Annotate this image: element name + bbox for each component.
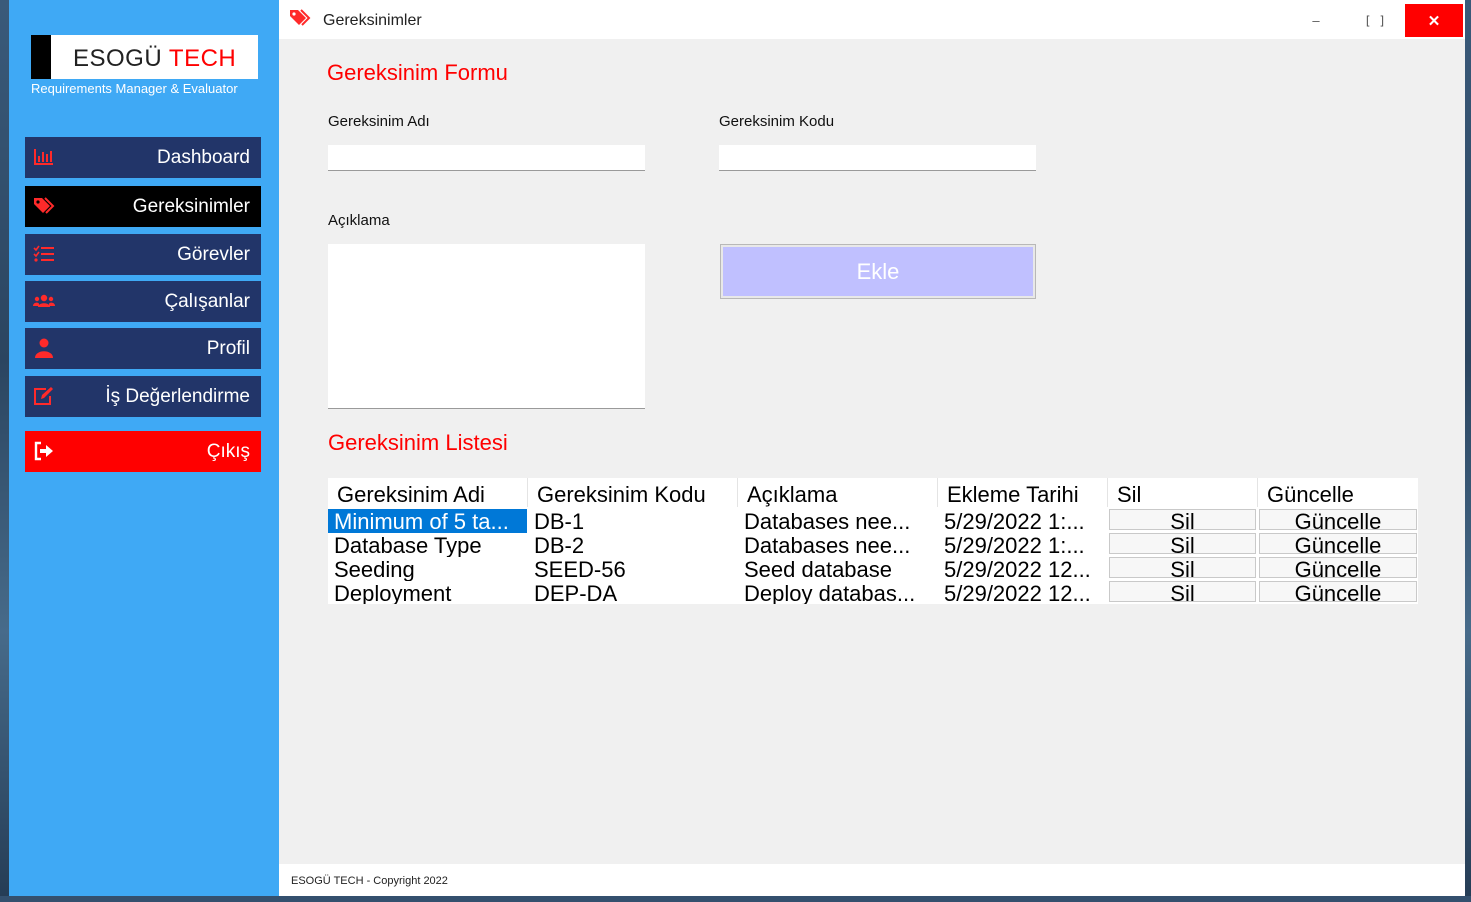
list-title: Gereksinim Listesi — [328, 430, 508, 455]
column-header-description[interactable]: Açıklama — [738, 478, 937, 507]
sidebar-item-dashboard[interactable]: Dashboard — [25, 137, 261, 178]
code-input[interactable] — [719, 145, 1036, 171]
add-button[interactable]: Ekle — [720, 244, 1036, 299]
cell-date[interactable]: 5/29/2022 12... — [938, 557, 1107, 581]
sidebar-item-profil[interactable]: Profil — [25, 328, 261, 369]
close-button[interactable]: ✕ — [1405, 4, 1463, 37]
form-title: Gereksinim Formu — [327, 60, 508, 85]
sidebar-item-label: Gereksinimler — [132, 195, 250, 217]
sidebar-item-is-degerlendirme[interactable]: İş Değerlendirme — [25, 376, 261, 417]
delete-button[interactable]: Sil — [1109, 557, 1256, 581]
delete-button[interactable]: Sil — [1109, 509, 1256, 533]
exit-label: Çıkış — [206, 440, 250, 462]
sidebar-item-label: Profil — [206, 337, 250, 359]
cell-description[interactable]: Databases nee... — [738, 533, 937, 557]
column-header-code[interactable]: Gereksinim Kodu — [528, 478, 737, 507]
window-title: Gereksinimler — [323, 12, 422, 29]
sidebar-item-label: Dashboard — [157, 146, 250, 168]
logo-mark — [31, 35, 51, 79]
cell-description[interactable]: Seed database — [738, 557, 937, 581]
cell-code[interactable]: DEP-DA — [528, 581, 737, 604]
name-input[interactable] — [328, 145, 645, 171]
cell-code[interactable]: DB-2 — [528, 533, 737, 557]
update-button[interactable]: Güncelle — [1259, 557, 1417, 581]
code-label: Gereksinim Kodu — [719, 113, 835, 130]
logo-text: ESOGÜ TECH — [73, 45, 236, 73]
description-input[interactable] — [328, 244, 645, 409]
cell-name[interactable]: Minimum of 5 ta... — [328, 509, 527, 533]
cell-date[interactable]: 5/29/2022 12... — [938, 581, 1107, 604]
delete-button[interactable]: Sil — [1109, 581, 1256, 605]
cell-name[interactable]: Deployment — [328, 581, 527, 604]
chart-icon — [34, 149, 53, 165]
minimize-button[interactable]: – — [1287, 4, 1345, 37]
title-bar[interactable]: Gereksinimler – [ ] ✕ — [279, 0, 1465, 39]
sidebar-item-label: İş Değerlendirme — [105, 385, 250, 407]
tags-icon — [290, 9, 311, 26]
users-icon — [33, 294, 55, 307]
column-header-name[interactable]: Gereksinim Adi — [328, 478, 527, 507]
sign-out-icon — [34, 441, 53, 461]
exit-button[interactable]: Çıkış — [25, 431, 261, 472]
edit-icon — [34, 387, 53, 405]
logo-subtitle: Requirements Manager & Evaluator — [31, 81, 238, 96]
user-icon — [35, 338, 53, 358]
column-header-date[interactable]: Ekleme Tarihi — [938, 478, 1107, 507]
requirements-table[interactable]: Gereksinim Adi Gereksinim Kodu Açıklama … — [328, 478, 1418, 605]
logo-accent-text: TECH — [168, 45, 237, 72]
sidebar-item-gorevler[interactable]: Görevler — [25, 234, 261, 275]
main-window: Gereksinimler – [ ] ✕ Gereksinim Formu G… — [279, 0, 1465, 896]
tags-icon — [34, 197, 55, 214]
cell-date[interactable]: 5/29/2022 1:... — [938, 533, 1107, 557]
task-list-icon — [33, 245, 54, 262]
sidebar-item-calisanlar[interactable]: Çalışanlar — [25, 281, 261, 322]
footer: ESOGÜ TECH - Copyright 2022 — [279, 864, 1465, 896]
description-label: Açıklama — [328, 212, 390, 229]
maximize-button[interactable]: [ ] — [1346, 4, 1404, 37]
sidebar-item-label: Görevler — [177, 243, 250, 265]
cell-code[interactable]: DB-1 — [528, 509, 737, 533]
update-button[interactable]: Güncelle — [1259, 509, 1417, 533]
cell-code[interactable]: SEED-56 — [528, 557, 737, 581]
sidebar-item-label: Çalışanlar — [164, 290, 250, 312]
copyright-text: ESOGÜ TECH - Copyright 2022 — [291, 875, 448, 887]
sidebar: ESOGÜ TECH Requirements Manager & Evalua… — [9, 0, 279, 896]
logo-main-text: ESOGÜ — [73, 45, 163, 72]
column-header-delete[interactable]: Sil — [1108, 478, 1257, 507]
logo: ESOGÜ TECH — [31, 35, 258, 79]
cell-name[interactable]: Seeding — [328, 557, 527, 581]
desktop-background-right — [1465, 0, 1471, 902]
sidebar-item-gereksinimler[interactable]: Gereksinimler — [25, 186, 261, 227]
update-button[interactable]: Güncelle — [1259, 533, 1417, 557]
delete-button[interactable]: Sil — [1109, 533, 1256, 557]
column-header-update[interactable]: Güncelle — [1258, 478, 1418, 507]
cell-description[interactable]: Deploy databas... — [738, 581, 937, 604]
cell-date[interactable]: 5/29/2022 1:... — [938, 509, 1107, 533]
update-button[interactable]: Güncelle — [1259, 581, 1417, 605]
cell-description[interactable]: Databases nee... — [738, 509, 937, 533]
name-label: Gereksinim Adı — [328, 113, 430, 130]
cell-name[interactable]: Database Type — [328, 533, 527, 557]
desktop-background-bottom — [0, 896, 1471, 902]
